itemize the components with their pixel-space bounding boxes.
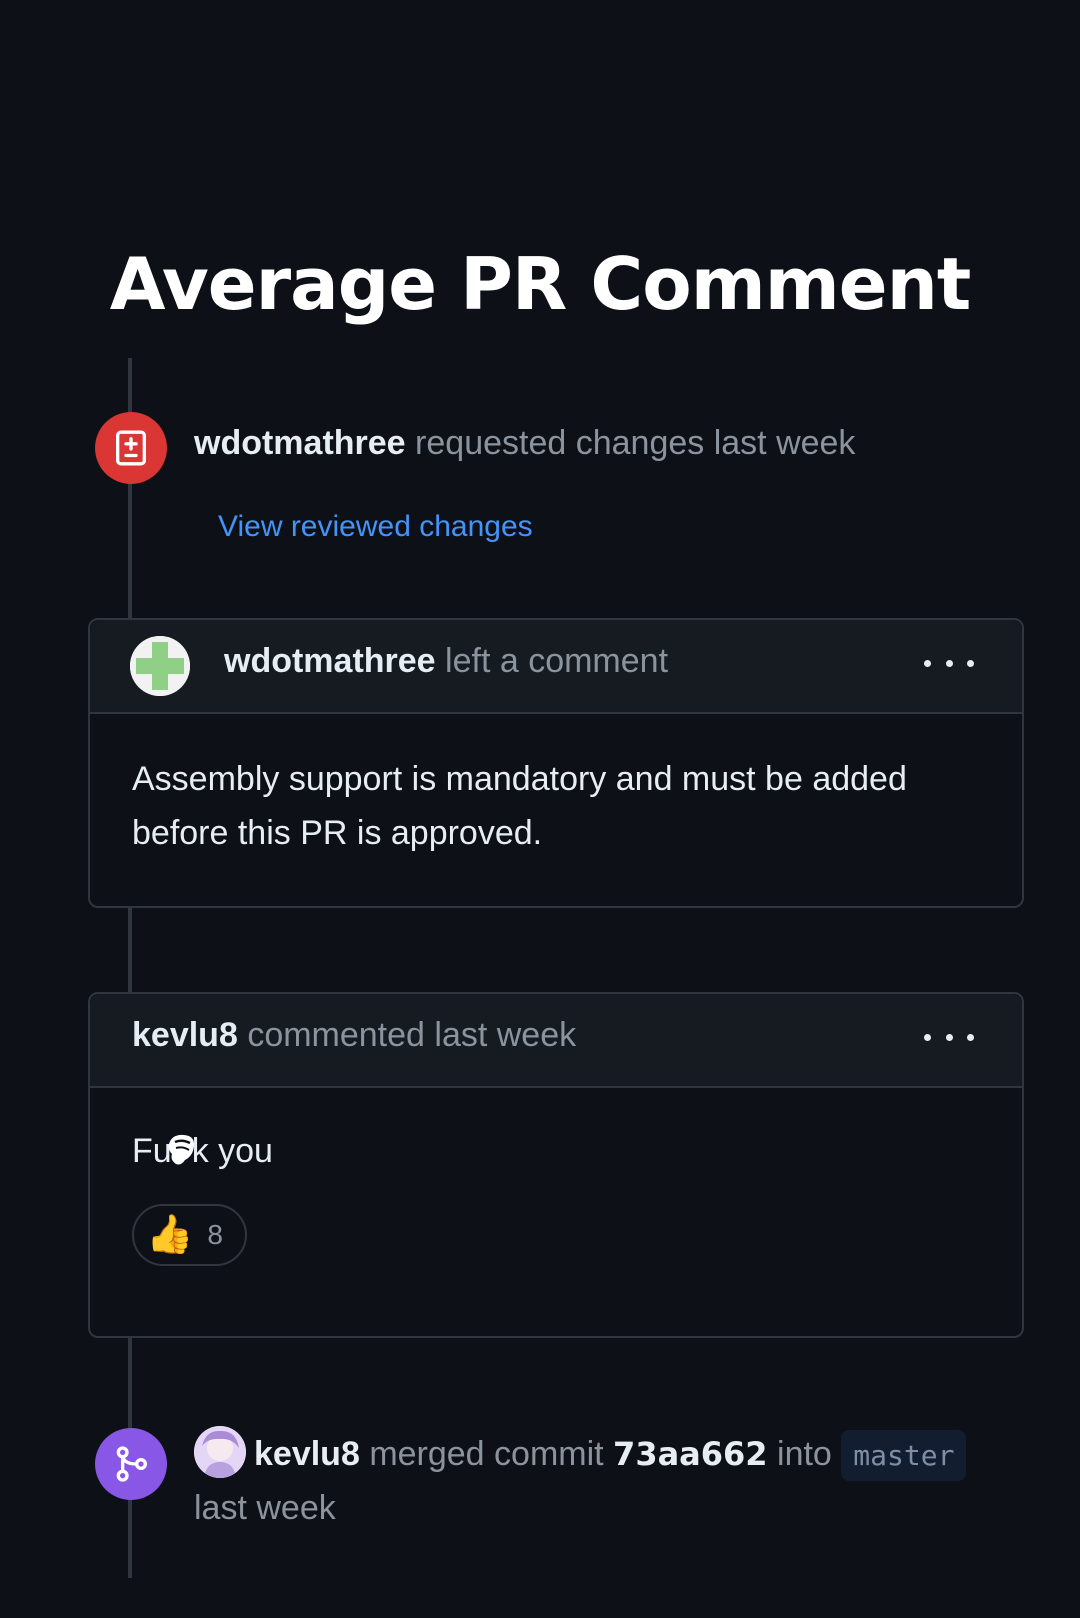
review-event-text: wdotmathree requested changes last week [194,420,855,468]
merge-text-into: into [777,1435,832,1473]
comment-card: kevlu8 commented last week Fu k you 👍 8 [88,992,1024,1338]
dot [967,1033,974,1041]
comment-author-line: wdotmathree left a comment [224,642,668,681]
comment-author[interactable]: kevlu8 [132,1016,238,1054]
comment-body: Assembly support is mandatory and must b… [132,760,907,853]
more-options-button[interactable] [924,648,974,678]
avatar[interactable] [130,636,190,696]
censor-sticker-icon [166,1130,198,1168]
timeline-line [128,906,132,994]
thumbs-up-icon: 👍 [146,1214,194,1257]
file-diff-icon [116,430,146,466]
dot [945,1033,953,1041]
dot [924,659,931,667]
page-title: Average PR Comment [109,242,972,326]
review-author[interactable]: wdotmathree [194,424,406,462]
branch-label[interactable]: master [841,1430,967,1482]
comment-action: commented last week [247,1016,577,1054]
merge-event-text: kevlu8 merged commit 73aa662 into master… [194,1426,1054,1535]
review-badge [95,412,167,484]
merge-time: last week [194,1489,336,1528]
thumbs-up-reaction[interactable]: 👍 8 [132,1204,247,1267]
more-options-button[interactable] [924,1022,974,1052]
git-merge-icon [116,1446,147,1482]
avatar[interactable] [194,1426,246,1479]
comment-author[interactable]: wdotmathree [224,642,436,680]
comment-header: wdotmathree left a comment [90,620,1022,714]
timeline-line [128,358,132,620]
comment-body: Fu k you 👍 8 [90,1088,1022,1306]
merge-badge [95,1428,167,1500]
view-reviewed-changes-link[interactable]: View reviewed changes [218,510,533,544]
commit-sha-link[interactable]: 73aa662 [613,1435,768,1473]
comment-text-suffix: k you [191,1132,273,1170]
comment-header: kevlu8 commented last week [90,994,1022,1088]
dot [967,659,974,667]
merge-text: merged commit [369,1435,604,1473]
reaction-count: 8 [207,1218,223,1250]
comment-action: left a comment [445,642,669,680]
comment-author-line: kevlu8 commented last week [132,1016,576,1055]
review-action: requested changes last week [415,424,856,462]
comment-card: wdotmathree left a comment Assembly supp… [88,618,1024,908]
user-avatar-icon [194,1426,246,1479]
dot [945,659,953,667]
comment-text: Fu k you [132,1124,980,1178]
merge-author[interactable]: kevlu8 [254,1435,360,1473]
identicon-icon [130,636,190,696]
dot [924,1033,931,1041]
